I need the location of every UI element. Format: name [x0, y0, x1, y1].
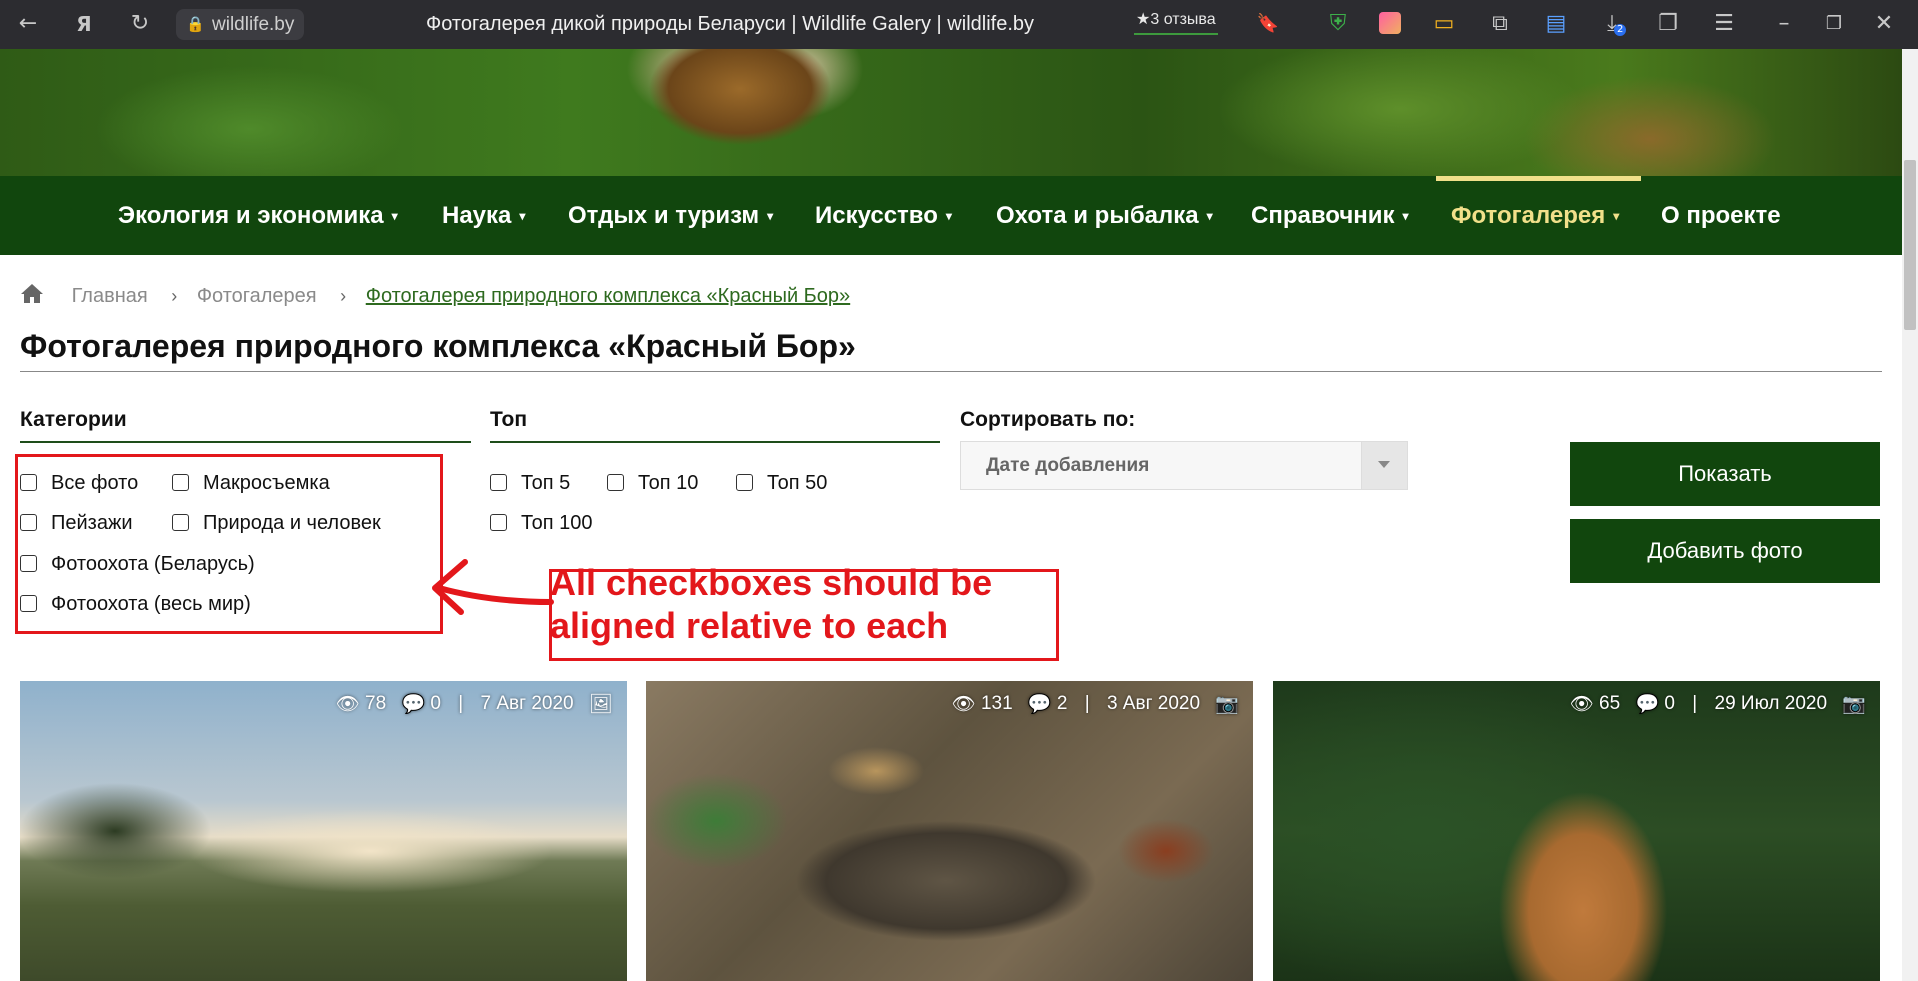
gallery-card[interactable]: 👁 131 💬 2 | 3 Авг 2020 📷 — [646, 681, 1253, 981]
nav-item-reference[interactable]: Справочник ▾ — [1251, 176, 1409, 255]
chevron-down-icon: ▾ — [767, 209, 774, 223]
sort-heading: Сортировать по: — [960, 408, 1136, 431]
comments-icon: 💬 — [1635, 694, 1660, 715]
page-title: Фотогалерея природного комплекса «Красны… — [20, 328, 856, 364]
annotation-highlight-box — [15, 454, 443, 634]
yandex-logo-icon[interactable]: Я — [72, 12, 96, 36]
annotation-note-text: All checkboxes should be aligned relativ… — [550, 562, 993, 646]
hero-banner-image — [0, 49, 1902, 176]
gallery-card[interactable]: 👁 78 💬 0 | 7 Авг 2020 🖼 — [20, 681, 627, 981]
categories-divider — [20, 441, 471, 443]
nav-item-ecology[interactable]: Экология и экономика ▾ — [118, 176, 398, 255]
restore-icon[interactable]: ❐ — [1822, 12, 1846, 36]
photo-date: 29 Июл 2020 — [1714, 693, 1828, 714]
eye-icon: 👁 — [1569, 694, 1594, 715]
photo-meta: 👁 78 💬 0 | 7 Авг 2020 🖼 — [336, 692, 613, 716]
chevron-down-icon: ▾ — [391, 209, 398, 223]
top-heading: Топ — [490, 408, 528, 431]
photo-date: 3 Авг 2020 — [1106, 693, 1201, 714]
photo-date: 7 Авг 2020 — [480, 693, 574, 714]
menu-icon[interactable]: ☰ — [1712, 12, 1736, 36]
photo-meta: 👁 131 💬 2 | 3 Авг 2020 📷 — [952, 692, 1239, 716]
nav-item-gallery[interactable]: Фотогалерея ▾ — [1451, 176, 1619, 255]
comments-icon: 💬 — [1027, 694, 1052, 715]
sort-selected-value: Дате добавления — [986, 455, 1150, 476]
annotation-arrow-icon — [432, 559, 554, 615]
eye-icon: 👁 — [951, 694, 976, 715]
checkbox-box[interactable] — [490, 474, 507, 491]
checkbox-top-100[interactable]: Топ 100 — [490, 512, 593, 534]
address-bar[interactable]: 🔒 wildlife.by — [176, 9, 305, 40]
comments-count: 2 — [1056, 693, 1068, 714]
shield-extension-icon[interactable]: ⛨ — [1326, 12, 1350, 36]
camera-icon: 📷 — [1842, 694, 1866, 715]
nav-item-about[interactable]: О проекте — [1661, 176, 1781, 255]
add-photo-button[interactable]: Добавить фото — [1570, 519, 1880, 583]
checkbox-top-50[interactable]: Топ 50 — [736, 472, 827, 494]
main-nav: Экология и экономика ▾ Наука ▾ Отдых и тур… — [0, 176, 1902, 255]
chevron-down-icon: ▾ — [945, 209, 952, 223]
gallery-card[interactable]: 👁 65 💬 0 | 29 Июл 2020 📷 — [1273, 681, 1880, 981]
checkbox-box[interactable] — [736, 474, 753, 491]
photo-meta: 👁 65 💬 0 | 29 Июл 2020 📷 — [1570, 692, 1866, 716]
nav-item-art[interactable]: Искусство ▾ — [815, 176, 952, 255]
chevron-down-icon: ▾ — [1206, 209, 1213, 223]
nav-item-tourism[interactable]: Отдых и туризм ▾ — [568, 176, 773, 255]
nav-item-hunting[interactable]: Охота и рыбалка ▾ — [996, 176, 1213, 255]
checkbox-box[interactable] — [607, 474, 624, 491]
tabs-icon[interactable]: ❐ — [1656, 12, 1680, 36]
home-icon[interactable] — [20, 282, 44, 310]
chevron-down-icon: ▾ — [1402, 209, 1409, 223]
show-button[interactable]: Показать — [1570, 442, 1880, 506]
camera-icon: 📷 — [1215, 694, 1239, 715]
close-icon[interactable]: ✕ — [1872, 12, 1896, 36]
views-count: 78 — [365, 693, 387, 714]
nav-item-science[interactable]: Наука ▾ — [442, 176, 525, 255]
checkbox-box[interactable] — [490, 514, 507, 531]
chevron-down-icon: ▾ — [1613, 209, 1620, 223]
comments-count: 0 — [430, 693, 441, 714]
minimize-icon[interactable]: – — [1772, 12, 1796, 36]
breadcrumb-home[interactable]: Главная — [72, 285, 148, 308]
meta-separator: | — [458, 693, 464, 714]
bookmark-icon[interactable]: 🔖 — [1256, 12, 1280, 36]
breadcrumb-current[interactable]: Фотогалерея природного комплекса «Красны… — [366, 285, 850, 308]
breadcrumb-separator: › — [171, 285, 178, 306]
downloads-icon[interactable]: ⤓ 2 — [1600, 12, 1627, 36]
back-icon[interactable]: ← — [16, 12, 40, 36]
views-count: 65 — [1599, 693, 1621, 714]
views-count: 131 — [980, 693, 1013, 714]
chevron-down-icon: ▾ — [519, 209, 526, 223]
top-divider — [490, 441, 940, 443]
breadcrumb-gallery[interactable]: Фотогалерея — [197, 285, 317, 308]
image-icon: 🖼 — [588, 694, 613, 715]
breadcrumb-separator: › — [340, 285, 347, 306]
sort-select[interactable]: Дате добавления — [960, 441, 1408, 490]
comments-icon: 💬 — [401, 694, 426, 715]
categories-heading: Категории — [20, 408, 127, 431]
downloads-count-badge: 2 — [1614, 24, 1627, 36]
lock-icon: 🔒 — [186, 16, 205, 33]
comments-count: 0 — [1664, 693, 1675, 714]
scrollbar-thumb[interactable] — [1904, 160, 1916, 330]
extension-color-icon[interactable] — [1378, 12, 1402, 36]
document-extension-icon[interactable]: ▤ — [1544, 12, 1568, 36]
dropdown-arrow-icon[interactable] — [1361, 442, 1407, 489]
reload-icon[interactable]: ↻ — [128, 12, 152, 36]
tab-title: Фотогалерея дикой природы Беларуси | Wil… — [426, 13, 1035, 35]
browser-toolbar: ← Я ↻ 🔒 wildlife.by Фотогалерея дикой пр… — [0, 0, 1918, 49]
breadcrumb: Главная › Фотогалерея › Фотогалерея прир… — [20, 282, 850, 312]
checkbox-top-5[interactable]: Топ 5 — [490, 472, 570, 494]
battery-icon[interactable]: ▭ — [1432, 12, 1456, 36]
checkbox-top-10[interactable]: Топ 10 — [607, 472, 698, 494]
meta-separator: | — [1692, 693, 1698, 714]
title-divider — [20, 371, 1882, 372]
url-host: wildlife.by — [212, 14, 295, 35]
reviews-badge[interactable]: ★3 отзыва — [1134, 9, 1218, 35]
collections-icon[interactable]: ⧉ — [1488, 12, 1512, 36]
eye-icon: 👁 — [335, 694, 360, 715]
meta-separator: | — [1084, 693, 1090, 714]
